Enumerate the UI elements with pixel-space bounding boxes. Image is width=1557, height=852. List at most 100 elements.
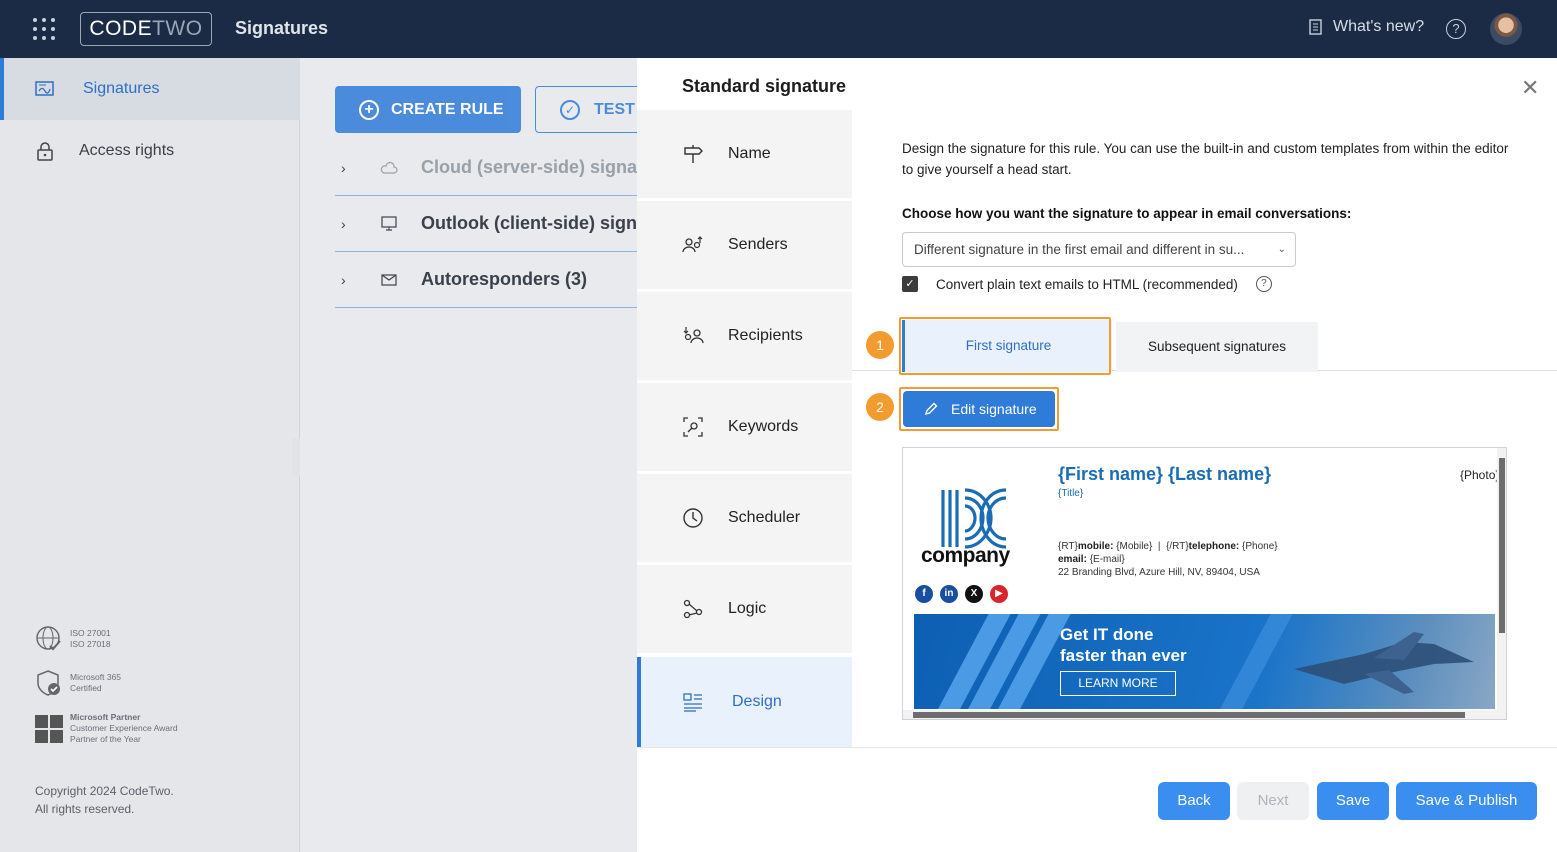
help-icon[interactable]: ?	[1446, 19, 1466, 39]
user-avatar[interactable]	[1490, 13, 1522, 45]
signature-banner[interactable]: Get IT done faster than ever LEARN MORE	[914, 614, 1495, 709]
tab-subsequent-signatures[interactable]: Subsequent signatures	[1116, 322, 1318, 372]
cloud-icon	[380, 161, 398, 174]
company-name: company	[921, 544, 1010, 567]
back-button[interactable]: Back	[1158, 782, 1230, 820]
facebook-icon[interactable]: f	[915, 585, 933, 603]
banner-line: Get IT done	[1060, 625, 1154, 644]
step-keywords[interactable]: Keywords	[637, 383, 852, 471]
step-logic[interactable]: Logic	[637, 565, 852, 653]
news-icon	[1309, 19, 1322, 35]
placeholder-name: {First name} {Last name}	[1058, 464, 1272, 484]
app-launcher-icon[interactable]	[33, 18, 55, 40]
create-rule-button[interactable]: + CREATE RULE	[335, 86, 521, 133]
address: 22 Branding Blvd, Azure Hill, NV, 89404,…	[1058, 567, 1260, 578]
youtube-icon[interactable]: ▶	[990, 585, 1008, 603]
banner-line: faster than ever	[1060, 646, 1187, 665]
logo-text-two: TWO	[152, 17, 203, 40]
senders-icon	[682, 236, 703, 253]
signatures-icon	[35, 81, 54, 96]
group-row-autoresponders[interactable]: › Autoresponders (3)	[335, 252, 637, 308]
chevron-right-icon[interactable]: ›	[341, 272, 346, 288]
group-label: Cloud (server-side) signatures	[421, 157, 637, 177]
whats-new-label: What's new?	[1333, 18, 1425, 35]
linkedin-icon[interactable]: in	[940, 585, 958, 603]
social-icons: f in X ▶	[915, 585, 1008, 603]
badge-text: ISO 27001	[70, 628, 111, 638]
preview-vertical-scrollbar[interactable]	[1497, 448, 1506, 719]
rt-close-tag: {/RT}	[1166, 541, 1189, 552]
mobile-value: {Mobile}	[1116, 541, 1153, 552]
copyright-line: Copyright 2024 CodeTwo.	[35, 784, 174, 798]
select-value: Different signature in the first email a…	[914, 242, 1245, 257]
main-area: + CREATE RULE ✓ TEST › Cloud (server-sid…	[300, 58, 637, 852]
learn-more-button[interactable]: LEARN MORE	[1060, 671, 1176, 696]
chevron-down-icon: ⌄	[1277, 244, 1286, 255]
step-badge-2: 2	[866, 393, 894, 421]
mobile-label: mobile:	[1077, 541, 1114, 552]
iso-badge: ISO 27001 ISO 27018	[34, 624, 178, 654]
group-label: Outlook (client-side) signatures	[421, 213, 637, 233]
microsoft-logo-icon	[35, 714, 63, 743]
step-label: Name	[728, 145, 771, 162]
email-value: {E-mail}	[1089, 554, 1125, 565]
plus-circle-icon: +	[359, 99, 379, 120]
email-label: email:	[1058, 554, 1087, 565]
step-senders[interactable]: Senders	[637, 201, 852, 289]
telephone-label: telephone:	[1188, 541, 1240, 552]
chevron-right-icon[interactable]: ›	[341, 160, 346, 176]
recipients-icon	[683, 327, 704, 344]
app-title: Signatures	[235, 18, 329, 38]
whats-new-link[interactable]: What's new?	[1307, 18, 1424, 36]
step-label: Logic	[728, 600, 767, 617]
step-name[interactable]: Name	[637, 110, 852, 198]
banner-headline: Get IT done faster than ever	[1060, 624, 1187, 666]
step-recipients[interactable]: Recipients	[637, 292, 852, 380]
preview-horizontal-scrollbar[interactable]	[903, 710, 1497, 719]
sidebar-item-label: Access rights	[79, 142, 175, 159]
conversation-mode-label: Choose how you want the signature to app…	[902, 206, 1352, 221]
help-icon[interactable]: ?	[1255, 276, 1272, 292]
design-content: Design the signature for this rule. You …	[852, 110, 1557, 750]
conversation-mode-select[interactable]: Different signature in the first email a…	[902, 232, 1296, 267]
save-button[interactable]: Save	[1317, 782, 1389, 820]
logo-text-code: CODE	[89, 17, 153, 40]
globe-check-icon	[36, 626, 61, 651]
design-intro-text: Design the signature for this rule. You …	[902, 141, 1509, 177]
wizard-steps: Name Senders Recipients Keywords Schedul…	[637, 110, 852, 750]
sidebar-item-access-rights[interactable]: Access rights	[0, 120, 300, 182]
highlight-box-2	[899, 387, 1059, 431]
certification-badges: ISO 27001 ISO 27018 Microsoft 365 Certifie…	[34, 624, 178, 759]
test-button[interactable]: ✓ TEST	[535, 86, 637, 133]
group-row-outlook[interactable]: › Outlook (client-side) signatures	[335, 196, 637, 252]
monitor-icon	[381, 215, 397, 231]
chevron-right-icon[interactable]: ›	[341, 216, 346, 232]
step-scheduler[interactable]: Scheduler	[637, 474, 852, 562]
sidebar-item-label: Signatures	[83, 80, 160, 97]
convert-plain-text-label: Convert plain text emails to HTML (recom…	[936, 276, 1238, 292]
partner-badge: Microsoft Partner Customer Experience Awa…	[34, 712, 178, 745]
step-label: Recipients	[728, 327, 803, 344]
sidebar-item-signatures[interactable]: Signatures	[0, 58, 300, 120]
step-label: Senders	[728, 236, 788, 253]
placeholder-photo: {Photo}	[1460, 468, 1500, 482]
badge-text: Microsoft Partner	[70, 712, 141, 722]
lock-icon	[37, 142, 53, 161]
convert-plain-text-checkbox[interactable]: ✓	[902, 276, 918, 292]
create-rule-label: CREATE RULE	[391, 100, 504, 118]
contact-block: {RT}mobile: {Mobile} | {/RT}telephone: {…	[1058, 540, 1278, 579]
next-button[interactable]: Next	[1237, 782, 1309, 820]
design-icon	[683, 693, 702, 712]
step-label: Scheduler	[728, 509, 801, 526]
step-design[interactable]: Design	[637, 657, 852, 747]
x-twitter-icon[interactable]: X	[965, 585, 983, 603]
badge-text: Customer Experience Award	[70, 723, 178, 733]
top-bar: CODETWO Signatures What's new? ?	[0, 0, 1557, 58]
step-label: Design	[732, 693, 782, 710]
save-publish-button[interactable]: Save & Publish	[1396, 782, 1537, 820]
copyright: Copyright 2024 CodeTwo. All rights reser…	[35, 782, 174, 818]
close-icon[interactable]: ✕	[1521, 77, 1539, 99]
codetwo-logo[interactable]: CODETWO	[80, 12, 212, 46]
group-row-cloud[interactable]: › Cloud (server-side) signatures	[335, 140, 637, 196]
clock-icon	[683, 508, 703, 528]
